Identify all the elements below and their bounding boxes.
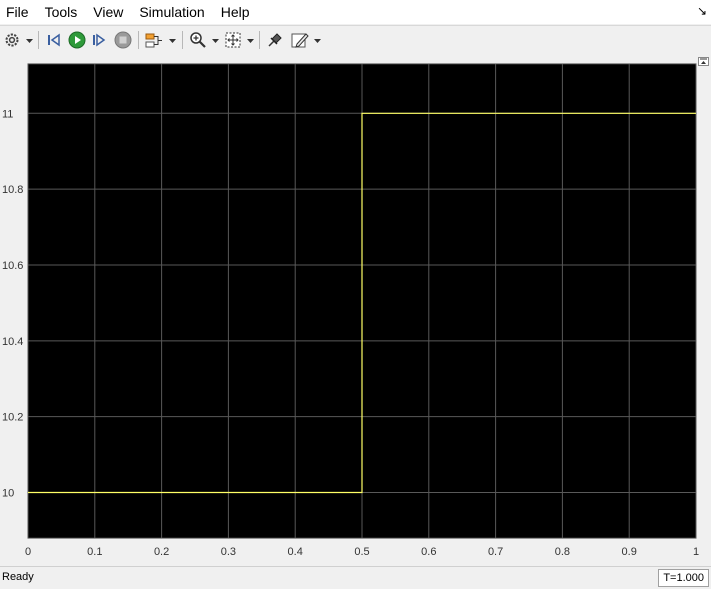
x-tick-label: 0.2 [154,546,169,558]
status-bar: Ready T=1.000 [0,566,711,589]
run-icon[interactable] [67,30,87,50]
y-tick-label: 10 [2,487,14,499]
toolbar-separator [259,31,260,49]
simulation-time: T=1.000 [658,569,709,587]
toolbar-separator [182,31,183,49]
fit-to-view-icon[interactable] [223,30,243,50]
x-tick-label: 0.5 [354,546,369,558]
y-tick-label: 10.4 [2,336,23,348]
y-tick-label: 10.6 [2,260,23,272]
x-tick-label: 0.1 [87,546,102,558]
menu-file[interactable]: File [0,0,37,24]
scope-plot[interactable]: 0 0.1 0.2 0.3 0.4 0.5 0.6 0.7 0.8 0.9 1 10 10.2 10.4 1… [0,54,711,565]
expand-legend-button[interactable] [698,57,709,66]
chevron-down-icon[interactable] [25,37,33,45]
menu-tools[interactable]: Tools [37,0,86,24]
step-forward-icon[interactable] [89,30,109,50]
x-tick-label: 0 [25,546,31,558]
y-tick-label: 10.8 [2,184,23,196]
x-tick-label: 0.4 [288,546,303,558]
step-back-icon[interactable] [44,30,64,50]
x-tick-label: 0.9 [622,546,637,558]
signal-selector-icon[interactable] [144,30,164,50]
zoom-in-icon[interactable] [188,30,208,50]
chevron-down-icon[interactable] [168,37,176,45]
x-tick-label: 1 [693,546,699,558]
x-tick-label: 0.3 [221,546,236,558]
status-text: Ready [2,571,34,583]
highlight-icon[interactable] [290,30,310,50]
x-tick-label: 0.7 [488,546,503,558]
gear-icon[interactable] [2,30,22,50]
toolbar-separator [38,31,39,49]
toolbar-separator [138,31,139,49]
chevron-down-icon[interactable] [246,37,254,45]
x-tick-label: 0.8 [555,546,570,558]
undock-arrow-icon[interactable]: ↘ [697,4,707,18]
menu-bar: File Tools View Simulation Help ↘ [0,0,711,24]
y-tick-label: 10.2 [2,412,23,424]
pin-icon[interactable] [265,30,285,50]
chevron-down-icon[interactable] [313,37,321,45]
x-tick-label: 0.6 [421,546,436,558]
toolbar [0,25,711,55]
menu-simulation[interactable]: Simulation [131,0,212,24]
menu-help[interactable]: Help [213,0,258,24]
y-tick-label: 11 [2,108,13,120]
chevron-down-icon[interactable] [211,37,219,45]
stop-icon[interactable] [113,30,133,50]
menu-view[interactable]: View [85,0,131,24]
